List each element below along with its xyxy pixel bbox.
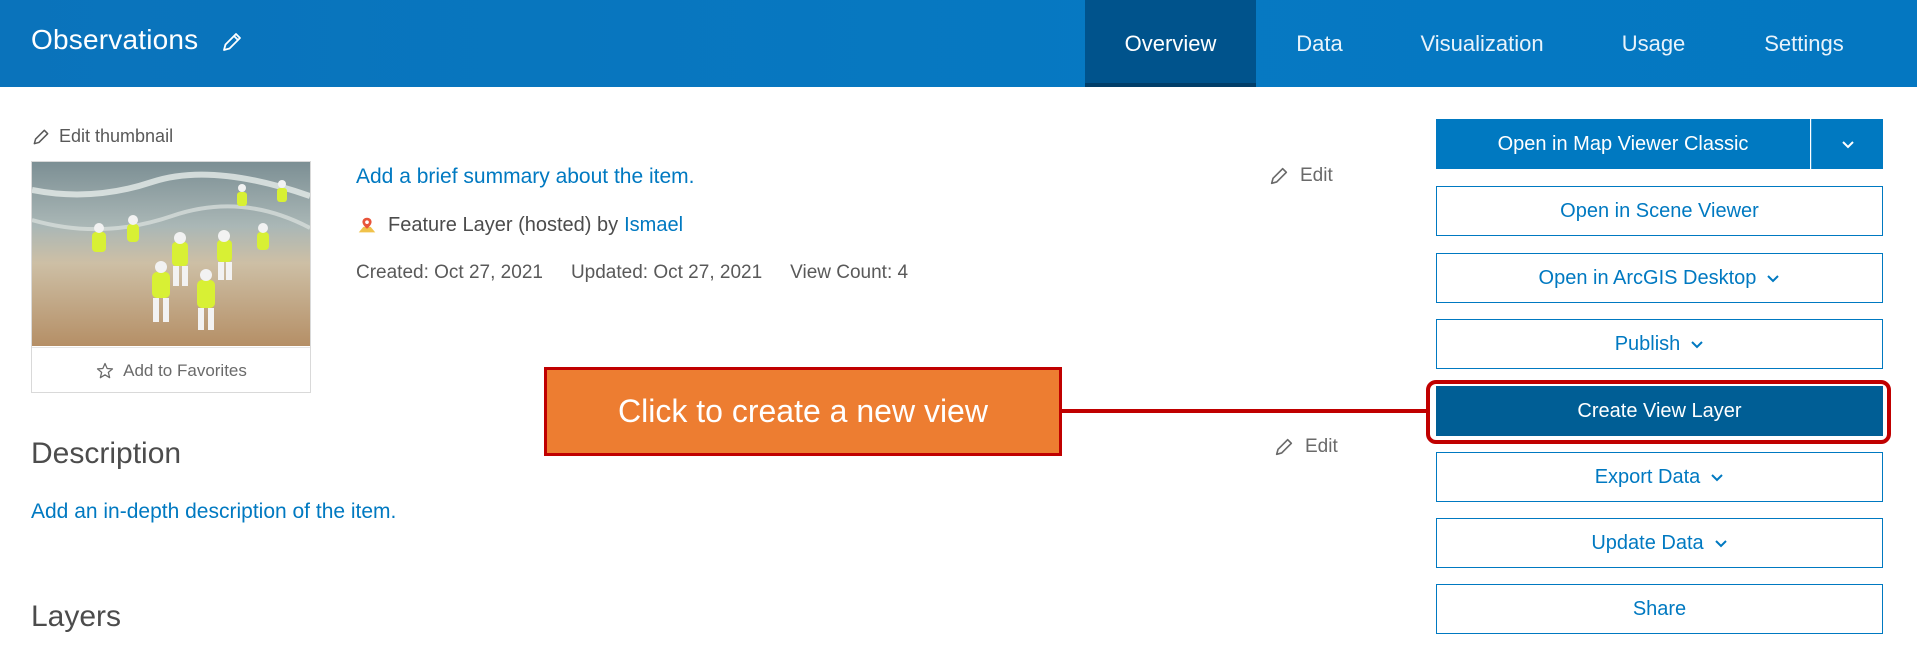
- pencil-icon: [1275, 438, 1293, 456]
- add-description-link[interactable]: Add an in-depth description of the item.: [31, 500, 396, 524]
- chevron-down-icon: [1841, 141, 1854, 149]
- tab-visualization[interactable]: Visualization: [1383, 0, 1581, 87]
- feature-layer-icon: [358, 217, 376, 232]
- edit-description-label: Edit: [1305, 436, 1338, 457]
- export-data-button[interactable]: Export Data: [1436, 452, 1883, 502]
- create-view-layer-highlight: [1426, 380, 1891, 444]
- description-heading: Description: [31, 437, 182, 470]
- item-title: Observations: [31, 24, 199, 55]
- created-date: Created: Oct 27, 2021: [356, 262, 543, 283]
- pencil-icon: [33, 129, 49, 144]
- publish-label: Publish: [1614, 332, 1681, 355]
- edit-thumbnail-link[interactable]: Edit thumbnail: [31, 126, 173, 147]
- tab-overview[interactable]: Overview: [1085, 0, 1256, 87]
- pencil-icon[interactable]: [220, 30, 244, 54]
- chevron-down-icon: [1711, 474, 1724, 482]
- edit-thumbnail-label: Edit thumbnail: [59, 126, 174, 146]
- publish-button[interactable]: Publish: [1436, 319, 1883, 369]
- edit-summary-button[interactable]: Edit: [1268, 165, 1333, 187]
- open-map-viewer-button[interactable]: Open in Map Viewer Classic: [1436, 119, 1810, 169]
- open-desktop-label: Open in ArcGIS Desktop: [1538, 266, 1757, 289]
- open-scene-viewer-button[interactable]: Open in Scene Viewer: [1436, 186, 1883, 236]
- update-data-button[interactable]: Update Data: [1436, 518, 1883, 568]
- callout-connector: [1062, 409, 1426, 413]
- open-map-viewer-dropdown[interactable]: [1811, 119, 1883, 169]
- share-button[interactable]: Share: [1436, 584, 1883, 634]
- layers-heading: Layers: [31, 600, 122, 633]
- tab-usage[interactable]: Usage: [1581, 0, 1726, 87]
- update-data-label: Update Data: [1591, 531, 1704, 554]
- view-count: View Count: 4: [790, 262, 909, 283]
- pencil-icon: [1270, 167, 1288, 185]
- open-scene-viewer-label: Open in Scene Viewer: [1560, 199, 1759, 222]
- tab-data[interactable]: Data: [1256, 0, 1383, 87]
- chevron-down-icon: [1714, 540, 1727, 548]
- add-to-favorites-label: Add to Favorites: [123, 360, 247, 380]
- thumbnail-card: Add to Favorites: [31, 161, 311, 393]
- edit-summary-label: Edit: [1300, 165, 1333, 186]
- tab-settings[interactable]: Settings: [1726, 0, 1882, 87]
- star-icon: [96, 362, 114, 378]
- add-summary-link[interactable]: Add a brief summary about the item.: [356, 165, 695, 189]
- open-desktop-button[interactable]: Open in ArcGIS Desktop: [1436, 253, 1883, 303]
- item-type-line: Feature Layer (hosted) by Ismael: [356, 214, 683, 237]
- callout-box: Click to create a new view: [544, 367, 1062, 456]
- chevron-down-icon: [1767, 275, 1780, 283]
- thumbnail-image[interactable]: [32, 162, 310, 346]
- add-to-favorites-button[interactable]: Add to Favorites: [32, 347, 310, 393]
- edit-description-button[interactable]: Edit: [1273, 436, 1338, 458]
- owner-link[interactable]: Ismael: [624, 214, 683, 237]
- chevron-down-icon: [1691, 341, 1704, 349]
- item-header: Observations Overview Data Visualization…: [0, 0, 1917, 87]
- share-label: Share: [1632, 597, 1687, 620]
- export-data-label: Export Data: [1594, 465, 1701, 488]
- item-type-label: Feature Layer (hosted) by: [388, 214, 619, 236]
- callout-text: Click to create a new view: [618, 393, 988, 429]
- updated-date: Updated: Oct 27, 2021: [570, 262, 763, 283]
- item-metadata: Created: Oct 27, 2021 Updated: Oct 27, 2…: [356, 262, 908, 284]
